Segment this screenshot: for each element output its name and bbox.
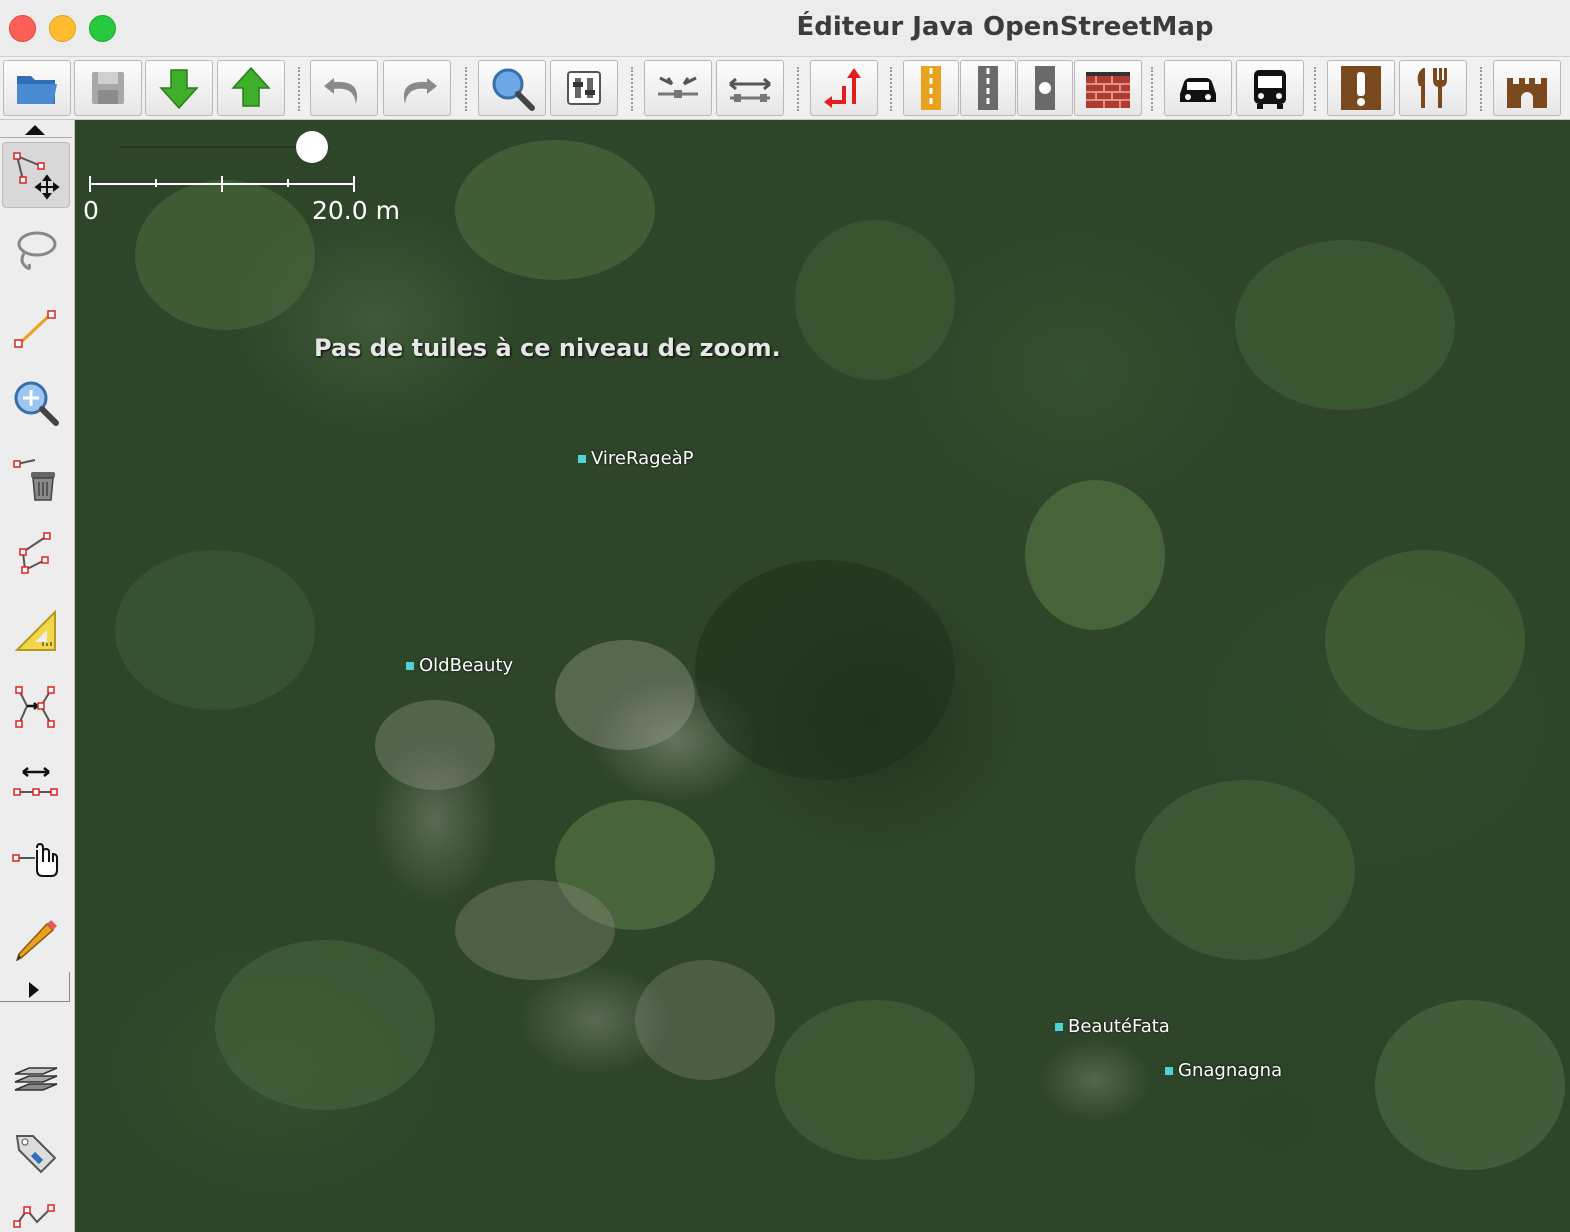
split-node-tool[interactable]: [2, 674, 70, 740]
extrude-arrows-icon: [13, 767, 58, 796]
undo-button[interactable]: [310, 60, 378, 116]
brick-wall-icon: [1086, 72, 1130, 108]
combine-arrows-icon: [658, 76, 698, 98]
reverse-way-button[interactable]: [810, 60, 878, 116]
tag-icon: [15, 1135, 57, 1174]
map-node[interactable]: VireRageàP: [578, 448, 694, 469]
bus-icon: [1254, 70, 1286, 109]
castle-icon: [1507, 78, 1547, 108]
upload-data-button[interactable]: [217, 60, 285, 116]
node-label: Gnagnagna: [1178, 1060, 1283, 1081]
scale-start-label: 0: [83, 196, 99, 225]
tags-panel-toggle[interactable]: [2, 1120, 70, 1186]
preset-track-button[interactable]: [960, 60, 1016, 116]
title-bar: Éditeur Java OpenStreetMap: [0, 0, 1570, 57]
zoom-tool[interactable]: [2, 370, 70, 436]
download-data-button[interactable]: [145, 60, 213, 116]
exclamation-brown-icon: [1341, 66, 1381, 110]
car-icon: [1180, 78, 1216, 102]
reverse-arrows-red-icon: [824, 68, 861, 108]
arrow-down-green-icon: [159, 69, 199, 110]
node-arrows-icon: [15, 686, 55, 728]
preferences-button[interactable]: [550, 60, 618, 116]
layers-panel-toggle[interactable]: [2, 1046, 70, 1112]
preset-barrier-button[interactable]: [1017, 60, 1073, 116]
improve-way-icon: [19, 532, 51, 574]
map-node[interactable]: BeautéFata: [1055, 1016, 1170, 1037]
expand-toolbox-arrow-icon[interactable]: [28, 981, 40, 999]
scale-end-label: 20.0 m: [312, 196, 400, 225]
preset-restaurant-button[interactable]: [1399, 60, 1467, 116]
way-history-icon: [13, 1204, 55, 1228]
node-point-icon: [406, 661, 414, 670]
select-tool[interactable]: [2, 142, 70, 208]
split-way-button[interactable]: [716, 60, 784, 116]
select-move-icon: [13, 152, 60, 200]
map-node[interactable]: Gnagnagna: [1165, 1060, 1282, 1081]
fork-knife-icon: [1417, 68, 1447, 108]
measure-tool[interactable]: [2, 598, 70, 664]
set-square-icon: [14, 609, 56, 651]
undo-icon: [324, 78, 358, 104]
arrow-up-green-icon: [231, 66, 271, 107]
combine-way-button[interactable]: [644, 60, 712, 116]
node-point-icon: [578, 454, 586, 463]
trash-can-icon: [13, 459, 55, 501]
bollard-icon: [1035, 66, 1055, 110]
split-arrows-icon: [729, 77, 771, 102]
map-node[interactable]: OldBeauty: [406, 655, 513, 676]
layers-icon: [14, 1067, 58, 1091]
redo-icon: [403, 78, 437, 104]
save-button[interactable]: [74, 60, 142, 116]
zoom-in-icon: [14, 381, 59, 426]
lasso-icon: [17, 231, 57, 271]
preset-wall-button[interactable]: [1074, 60, 1142, 116]
window-title: Éditeur Java OpenStreetMap: [796, 12, 1214, 42]
preset-castle-button[interactable]: [1493, 60, 1561, 116]
draw-way-tool[interactable]: [2, 294, 70, 360]
draw-tool-pencil[interactable]: [2, 906, 70, 972]
hand-node-icon: [12, 842, 58, 877]
map-view[interactable]: 0 20.0 m Pas de tuiles à ce niveau de zo…: [75, 120, 1570, 1232]
draw-line-icon: [14, 310, 56, 348]
main-toolbar: [0, 57, 1570, 120]
redo-button[interactable]: [383, 60, 451, 116]
history-panel-toggle[interactable]: [2, 1194, 70, 1232]
node-label: OldBeauty: [419, 655, 514, 676]
preset-road-button[interactable]: [903, 60, 959, 116]
floppy-disk-icon: [92, 72, 124, 104]
extrude-tool[interactable]: [2, 750, 70, 816]
node-point-icon: [1055, 1022, 1063, 1031]
pencil-icon: [15, 920, 57, 962]
road-grey-icon: [978, 66, 998, 110]
scale-bar: [89, 176, 359, 196]
zoom-to-data-button[interactable]: [478, 60, 546, 116]
no-tiles-message: Pas de tuiles à ce niveau de zoom.: [314, 334, 781, 362]
delete-tool[interactable]: [2, 446, 70, 512]
road-orange-icon: [921, 66, 941, 110]
magnifier-icon: [492, 68, 535, 111]
zoom-slider-knob[interactable]: [296, 131, 328, 163]
edit-toolbox: [0, 120, 75, 1232]
sliders-icon: [567, 71, 601, 105]
lasso-tool[interactable]: [2, 218, 70, 284]
preset-hazard-button[interactable]: [1327, 60, 1395, 116]
node-point-icon: [1165, 1066, 1173, 1075]
parallel-way-tool[interactable]: [2, 522, 70, 588]
add-node-tool[interactable]: [2, 826, 70, 892]
open-file-button[interactable]: [3, 60, 71, 116]
scroll-up-arrow-icon[interactable]: [24, 124, 46, 136]
node-label: BeautéFata: [1068, 1016, 1170, 1037]
node-label: VireRageàP: [591, 448, 694, 469]
folder-open-icon: [17, 76, 57, 104]
preset-bus-button[interactable]: [1236, 60, 1304, 116]
preset-car-button[interactable]: [1164, 60, 1232, 116]
